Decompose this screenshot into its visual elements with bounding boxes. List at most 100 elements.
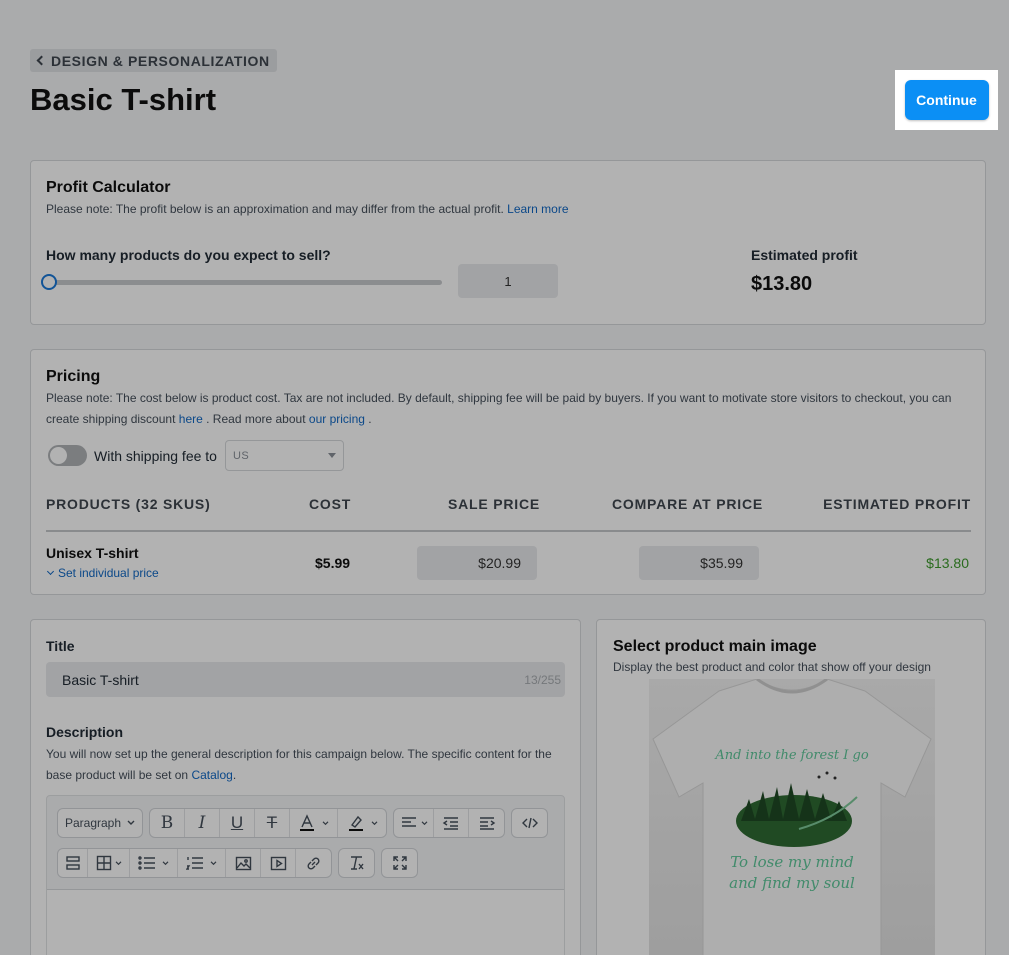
profit-note-text: Please note: The profit below is an appr… — [46, 202, 504, 216]
fullscreen-icon[interactable] — [382, 849, 417, 877]
chevron-down-icon — [322, 820, 329, 825]
description-note-end: . — [232, 768, 237, 782]
clear-format-icon[interactable] — [339, 849, 374, 877]
code-glyph — [521, 817, 538, 829]
product-cost: $5.99 — [315, 555, 351, 571]
chevron-down-icon — [115, 860, 121, 865]
col-sale-price: SALE PRICE — [448, 496, 541, 512]
description-editor: Paragraph B I U T — [46, 795, 565, 955]
video-icon[interactable] — [261, 849, 296, 877]
shirt-text-top: And into the forest I go — [714, 748, 869, 763]
slider-thumb[interactable] — [41, 274, 57, 290]
outdent-glyph — [442, 817, 458, 830]
quantity-question: How many products do you expect to sell? — [46, 247, 331, 263]
our-pricing-link[interactable]: our pricing — [309, 412, 365, 426]
bullet-list-glyph — [138, 856, 155, 870]
profit-calculator-card: Profit Calculator Please note: The profi… — [30, 160, 986, 325]
description-note-text: You will now set up the general descript… — [46, 747, 552, 782]
shirt-text-bottom-1: To lose my mind — [730, 853, 854, 871]
col-compare-price: COMPARE AT PRICE — [612, 496, 763, 512]
description-text-area[interactable] — [47, 890, 564, 955]
chevron-down-icon — [421, 820, 427, 825]
font-color-glyph — [300, 814, 314, 831]
indent-glyph — [479, 817, 495, 830]
title-label: Title — [46, 638, 75, 654]
numbered-list-icon[interactable] — [178, 849, 226, 877]
shipping-discount-link[interactable]: here — [179, 412, 203, 426]
pricing-table-header: PRODUCTS (32 SKUS) COST SALE PRICE COMPA… — [46, 496, 971, 532]
highlighter-glyph — [348, 815, 363, 831]
editor-toolbar-row-2 — [57, 848, 557, 878]
strikethrough-icon[interactable]: T — [255, 809, 290, 837]
pricing-note: Please note: The cost below is product c… — [46, 388, 976, 430]
bold-icon[interactable]: B — [150, 809, 185, 837]
country-value: US — [232, 449, 250, 462]
pricing-title: Pricing — [46, 368, 101, 385]
shipping-fee-label: With shipping fee to — [94, 447, 217, 464]
clear-format-glyph — [351, 856, 364, 870]
video-glyph — [270, 856, 286, 870]
country-select[interactable]: US — [224, 440, 344, 471]
highlight-color-icon[interactable] — [338, 809, 386, 837]
pricing-note-text-2: . Read more about — [206, 412, 306, 426]
shirt-text-bottom-2: and find my soul — [729, 874, 855, 892]
align-left-glyph — [401, 817, 416, 827]
description-note: You will now set up the general descript… — [46, 744, 566, 786]
image-icon[interactable] — [226, 849, 261, 877]
align-icon[interactable] — [394, 809, 434, 837]
image-glyph — [235, 856, 251, 870]
catalog-link[interactable]: Catalog — [191, 768, 232, 782]
quantity-input[interactable] — [458, 264, 558, 298]
chevron-left-icon — [36, 55, 47, 66]
tshirt-mockup: And into the forest I go To lose my mind… — [652, 677, 932, 955]
sale-price-input[interactable]: $20.99 — [417, 546, 537, 580]
numbered-list-glyph — [186, 857, 203, 870]
bullet-list-icon[interactable] — [130, 849, 178, 877]
link-icon[interactable] — [296, 849, 331, 877]
pricing-note-end: . — [368, 412, 372, 426]
caret-down-icon — [327, 453, 336, 458]
profit-calculator-title: Profit Calculator — [46, 179, 171, 196]
shipping-fee-row: With shipping fee to US — [48, 440, 344, 471]
chevron-down-icon — [46, 567, 55, 576]
back-breadcrumb[interactable]: DESIGN & PERSONALIZATION — [30, 49, 277, 72]
outdent-icon[interactable] — [434, 809, 469, 837]
format-group: B I U T — [149, 808, 387, 838]
underline-icon[interactable]: U — [220, 809, 255, 837]
page-title: Basic T-shirt — [30, 82, 217, 117]
slider-track[interactable] — [47, 280, 442, 285]
link-glyph — [307, 856, 320, 870]
horizontal-rule-icon[interactable] — [58, 849, 88, 877]
pricing-card: Pricing Please note: The cost below is p… — [30, 349, 986, 595]
quantity-slider[interactable] — [41, 274, 442, 290]
text-color-icon[interactable] — [290, 809, 338, 837]
set-price-text: Set individual price — [58, 566, 159, 580]
title-char-count: 13/255 — [524, 672, 561, 687]
paragraph-dropdown[interactable]: Paragraph — [58, 809, 142, 837]
editor-toolbar-row-1: Paragraph B I U T — [57, 808, 557, 838]
table-icon[interactable] — [88, 849, 130, 877]
continue-button[interactable]: Continue — [904, 80, 989, 120]
indent-icon[interactable] — [469, 809, 504, 837]
title-input[interactable]: Basic T-shirt 13/255 — [46, 662, 565, 697]
code-view-icon[interactable] — [512, 809, 547, 837]
product-main-image[interactable]: And into the forest I go To lose my mind… — [649, 677, 935, 955]
learn-more-link[interactable]: Learn more — [507, 202, 568, 216]
chevron-down-icon — [210, 860, 217, 865]
set-individual-price-link[interactable]: Set individual price — [46, 566, 159, 580]
main-image-title: Select product main image — [613, 638, 817, 655]
row-estimated-profit: $13.80 — [926, 555, 969, 571]
col-cost: COST — [309, 496, 352, 512]
paragraph-select[interactable]: Paragraph — [57, 808, 143, 838]
title-value: Basic T-shirt — [62, 671, 139, 688]
compare-price-input[interactable]: $35.99 — [639, 546, 759, 580]
insert-group — [57, 848, 332, 878]
main-image-note: Display the best product and color that … — [613, 660, 931, 674]
chevron-down-icon — [371, 820, 377, 825]
col-estimated-profit: ESTIMATED PROFIT — [823, 496, 971, 512]
italic-icon[interactable]: I — [185, 809, 220, 837]
description-label: Description — [46, 724, 124, 740]
shipping-fee-toggle[interactable] — [48, 445, 87, 466]
continue-spotlight: Continue — [895, 70, 998, 130]
chevron-down-icon — [127, 820, 135, 825]
